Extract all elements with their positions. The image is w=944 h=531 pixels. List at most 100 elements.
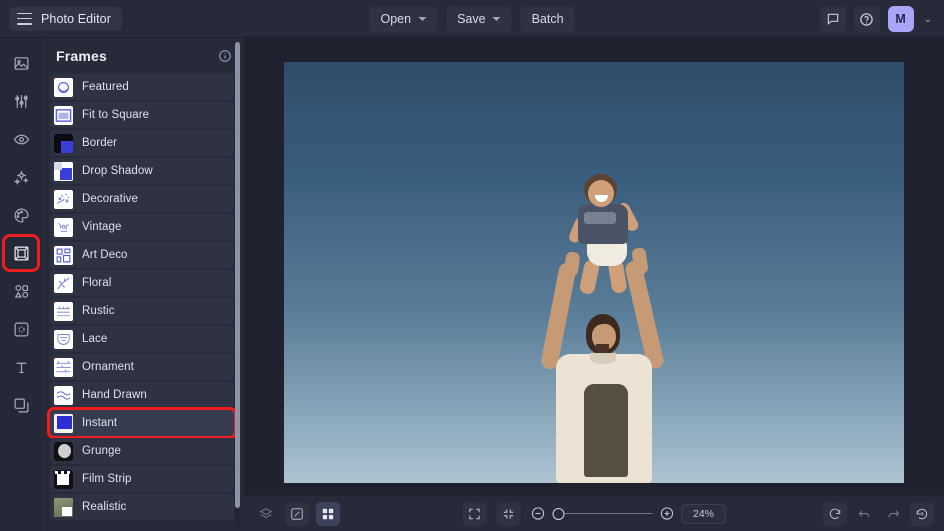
zoom-slider[interactable]: [552, 507, 653, 521]
help-button[interactable]: [853, 6, 880, 32]
zoom-controls: 24%: [531, 503, 726, 524]
info-button[interactable]: [218, 49, 232, 63]
compare-button[interactable]: [285, 501, 309, 526]
redo-icon: [888, 510, 899, 518]
sparkles-icon: [13, 169, 29, 185]
frame-item-floral[interactable]: Floral: [50, 270, 234, 296]
frame-icon: [14, 246, 28, 260]
frame-item-rustic[interactable]: Rustic: [50, 298, 234, 324]
frame-item-label: Floral: [82, 277, 112, 289]
bottom-toolbar: 24%: [244, 495, 944, 531]
batch-button[interactable]: Batch: [520, 6, 575, 32]
help-circle-icon: [860, 12, 873, 26]
zoom-slider-knob[interactable]: [552, 507, 565, 520]
plus-circle-icon: [660, 507, 674, 520]
shrink-button[interactable]: [496, 501, 521, 526]
shapes-icon: [14, 284, 28, 298]
zoom-in-button[interactable]: [660, 506, 675, 521]
frame-item-label: Film Strip: [82, 473, 132, 485]
palette-icon: [14, 208, 28, 222]
frame-item-instant[interactable]: Instant: [47, 407, 237, 439]
app-menu-button[interactable]: Photo Editor: [9, 6, 122, 31]
account-chevron-down-icon[interactable]: ⌄: [922, 14, 934, 25]
frame-thumbnail-icon: [54, 301, 73, 321]
zoom-out-button[interactable]: [531, 506, 546, 521]
frame-item-ornament[interactable]: Ornament: [50, 354, 234, 380]
undo-icon: [858, 510, 869, 518]
rail-item-image-tools[interactable]: [6, 48, 36, 78]
frame-item-decorative[interactable]: Decorative: [50, 186, 234, 212]
frame-thumbnail-icon: [54, 469, 73, 489]
chevron-down-icon: [492, 17, 501, 21]
frame-thumbnail-icon: [54, 357, 73, 377]
frame-item-label: Featured: [82, 81, 129, 93]
rail-item-colors[interactable]: [6, 200, 36, 230]
frame-item-border[interactable]: Border: [50, 130, 234, 156]
frame-item-label: Lace: [82, 333, 108, 345]
save-button[interactable]: Save: [446, 6, 512, 32]
frame-item-label: Ornament: [82, 361, 134, 373]
undo-button[interactable]: [852, 502, 876, 526]
frame-thumbnail-icon: [54, 329, 73, 349]
feedback-button[interactable]: [819, 6, 846, 32]
photo-editor-app: Photo Editor Open Save Batch M ⌄ Frames …: [0, 0, 944, 531]
frame-item-art-deco[interactable]: Art Deco: [50, 242, 234, 268]
frame-item-film-strip[interactable]: Film Strip: [50, 466, 234, 492]
frame-item-lace[interactable]: Lace: [50, 326, 234, 352]
bottom-toolbar-right: [823, 501, 934, 526]
grid-icon: [322, 508, 334, 519]
frame-item-hand-drawn[interactable]: Hand Drawn: [50, 382, 234, 408]
frame-item-label: Grunge: [82, 445, 121, 457]
frame-item-featured[interactable]: Featured: [50, 74, 234, 100]
frame-item-drop-shadow[interactable]: Drop Shadow: [50, 158, 234, 184]
history-button[interactable]: [910, 501, 934, 526]
frame-thumbnail-icon: [54, 497, 73, 517]
tool-rail: [0, 38, 42, 531]
frames-list[interactable]: Featured Fit to Square Border Drop Shadow De…: [42, 74, 244, 531]
grid-button[interactable]: [316, 501, 340, 526]
redo-button[interactable]: [881, 502, 905, 526]
rail-item-adjustments[interactable]: [6, 86, 36, 116]
rail-item-stickers[interactable]: [6, 314, 36, 344]
frame-item-realistic[interactable]: Realistic: [50, 494, 234, 520]
sliders-icon: [14, 94, 28, 108]
photo-detail: [563, 251, 581, 277]
photo-detail: [590, 353, 616, 364]
canvas-area[interactable]: [244, 38, 944, 495]
frame-item-fit-to-square[interactable]: Fit to Square: [50, 102, 234, 128]
layers-button[interactable]: [254, 502, 278, 526]
zoom-level-value[interactable]: 24%: [681, 503, 726, 524]
photo-canvas[interactable]: [284, 62, 904, 483]
eye-icon: [13, 134, 29, 144]
save-button-label: Save: [457, 12, 486, 26]
frame-thumbnail-icon: [54, 441, 73, 461]
rail-item-retouch[interactable]: [6, 124, 36, 154]
top-toolbar-right: M ⌄: [819, 0, 934, 38]
rail-item-frames[interactable]: [2, 234, 40, 272]
frames-scrollbar-thumb[interactable]: [235, 42, 240, 508]
frame-item-vintage[interactable]: Vintage: [50, 214, 234, 240]
frame-item-label: Drop Shadow: [82, 165, 153, 177]
chevron-down-icon: [418, 17, 427, 21]
app-body: Frames Featured Fit to Square Border Drop S…: [0, 38, 944, 531]
frames-scrollbar[interactable]: [235, 42, 240, 527]
frame-item-grunge[interactable]: Grunge: [50, 438, 234, 464]
collapse-icon: [503, 508, 514, 519]
top-toolbar-center: Open Save Batch: [369, 0, 575, 38]
open-button[interactable]: Open: [369, 6, 438, 32]
frame-item-label: Decorative: [82, 193, 138, 205]
rail-item-text[interactable]: [6, 352, 36, 382]
frame-thumbnail-icon: [54, 245, 73, 265]
bottom-toolbar-center: 24%: [462, 501, 726, 526]
bottom-toolbar-left: [254, 501, 340, 526]
photo-detail: [584, 212, 616, 224]
fit-screen-button[interactable]: [462, 501, 487, 526]
reset-button[interactable]: [823, 501, 847, 526]
image-adjust-icon: [14, 56, 28, 70]
rail-item-overlays[interactable]: [6, 390, 36, 420]
hamburger-icon: [17, 12, 32, 25]
rail-item-effects[interactable]: [6, 162, 36, 192]
frame-item-label: Art Deco: [82, 249, 128, 261]
rail-item-shapes[interactable]: [6, 276, 36, 306]
avatar[interactable]: M: [887, 6, 914, 32]
